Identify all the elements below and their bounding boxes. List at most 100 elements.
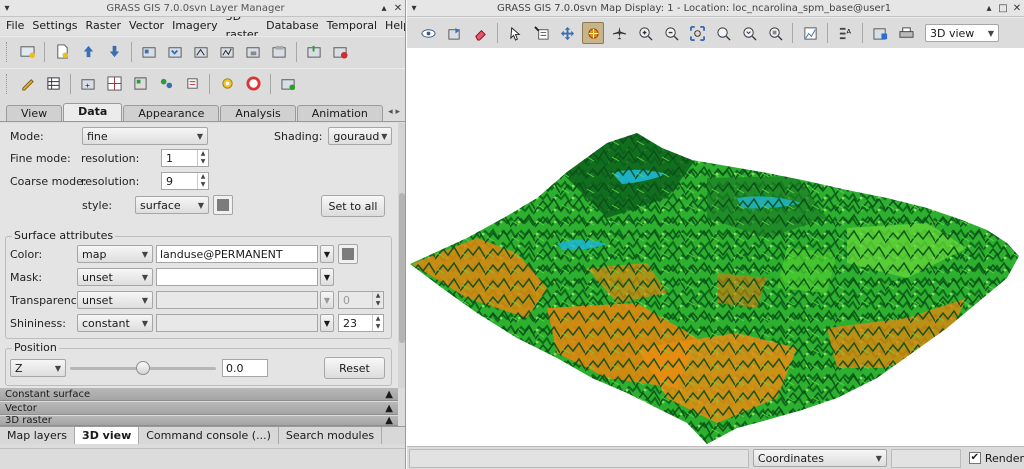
- erase-icon[interactable]: [469, 22, 491, 44]
- section-constant-surface[interactable]: Constant surface ▲: [0, 388, 398, 401]
- pointer-icon[interactable]: [504, 22, 526, 44]
- display-eye-icon[interactable]: [417, 22, 439, 44]
- analyze-icon[interactable]: [799, 22, 821, 44]
- position-slider[interactable]: [70, 359, 216, 377]
- add-multi-vector-icon[interactable]: [216, 41, 238, 63]
- panel-scrollbar[interactable]: [398, 123, 405, 388]
- add-multi-raster-icon[interactable]: [164, 41, 186, 63]
- open-workspace-icon[interactable]: [77, 41, 99, 63]
- zoom-in-icon[interactable]: [634, 22, 656, 44]
- menu-database[interactable]: Database: [262, 17, 323, 35]
- add-group-icon[interactable]: [268, 41, 290, 63]
- shininess-spin[interactable]: 23 ▲ ▼: [338, 314, 384, 332]
- mask-map-dropdown[interactable]: ▼: [320, 268, 334, 286]
- tab-search-modules[interactable]: Search modules: [279, 427, 383, 444]
- menu-raster[interactable]: Raster: [82, 17, 125, 35]
- attribute-table-icon[interactable]: [42, 73, 64, 95]
- rotate-3d-icon[interactable]: [582, 22, 604, 44]
- spin-arrows-icon[interactable]: ▲ ▼: [372, 292, 383, 308]
- toolbar-grip[interactable]: [6, 73, 10, 94]
- menu-help[interactable]: Help: [381, 17, 405, 35]
- style-combo[interactable]: surface ▼: [135, 196, 209, 214]
- tab-command-console[interactable]: Command console (...): [139, 427, 279, 444]
- spin-arrows-icon[interactable]: ▲ ▼: [197, 173, 208, 189]
- layer-manager-titlebar[interactable]: ▾ GRASS GIS 7.0.0svn Layer Manager ▴ ✕: [0, 0, 405, 17]
- view-mode-select[interactable]: 3D view ▼: [925, 24, 999, 42]
- tab-animation[interactable]: Animation: [296, 105, 383, 121]
- save-image-icon[interactable]: [869, 22, 891, 44]
- overlay-icon[interactable]: A: [834, 22, 856, 44]
- map-display-titlebar[interactable]: ▾ GRASS GIS 7.0.0svn Map Display: 1 - Lo…: [407, 0, 1024, 17]
- window-menu-icon[interactable]: ▾: [407, 3, 421, 14]
- new-workspace-icon[interactable]: [51, 41, 73, 63]
- help-icon[interactable]: [242, 73, 264, 95]
- menu-temporal[interactable]: Temporal: [323, 17, 381, 35]
- scrollbar-thumb[interactable]: [399, 193, 405, 343]
- window-menu-icon[interactable]: ▾: [0, 3, 14, 14]
- script-icon[interactable]: [181, 73, 203, 95]
- status-mode-combo[interactable]: Coordinates ▼: [752, 449, 887, 467]
- tab-view[interactable]: View: [6, 105, 63, 121]
- color-type-combo[interactable]: map ▼: [77, 245, 153, 263]
- add-vector-icon[interactable]: [190, 41, 212, 63]
- color-map-input[interactable]: landuse@PERMANENT: [156, 245, 318, 263]
- color-map-dropdown[interactable]: ▼: [320, 245, 334, 263]
- slider-handle[interactable]: [136, 361, 150, 375]
- transparency-spin[interactable]: 0 ▲ ▼: [338, 291, 384, 309]
- settings-icon[interactable]: [216, 73, 238, 95]
- tab-scroll-arrows[interactable]: ◂ ▸: [388, 107, 400, 117]
- mode-combo[interactable]: fine ▼: [82, 127, 208, 145]
- add-overlay-icon[interactable]: [242, 41, 264, 63]
- position-value-input[interactable]: 0.0: [222, 359, 268, 377]
- zoom-back-icon[interactable]: [712, 22, 734, 44]
- print-icon[interactable]: [895, 22, 917, 44]
- render-checkbox-wrap[interactable]: ✔ Render: [968, 452, 1024, 465]
- shading-combo[interactable]: gouraud ▼: [328, 127, 393, 145]
- coarse-resolution-spin[interactable]: 9 ▲ ▼: [161, 172, 209, 190]
- remove-layer-icon[interactable]: [329, 41, 351, 63]
- zoom-extent-icon[interactable]: [686, 22, 708, 44]
- render-checkbox[interactable]: ✔: [968, 452, 981, 464]
- tab-data[interactable]: Data: [63, 103, 123, 121]
- layer-tools-icon[interactable]: [277, 73, 299, 95]
- tab-analysis[interactable]: Analysis: [220, 105, 296, 121]
- shininess-map-dropdown[interactable]: ▼: [320, 314, 334, 332]
- spin-arrows-icon[interactable]: ▲ ▼: [372, 315, 383, 331]
- color-swatch-button[interactable]: [338, 244, 358, 264]
- maximize-icon[interactable]: ▴: [377, 3, 391, 14]
- fly-icon[interactable]: [608, 22, 630, 44]
- add-raster-icon[interactable]: [138, 41, 160, 63]
- menu-file[interactable]: File: [2, 17, 28, 35]
- mask-map-input[interactable]: [156, 268, 318, 286]
- new-display-icon[interactable]: [16, 41, 38, 63]
- shininess-map-input[interactable]: [156, 314, 318, 332]
- tab-appearance[interactable]: Appearance: [123, 105, 220, 121]
- tab-3d-view[interactable]: 3D view: [75, 427, 140, 444]
- fine-resolution-spin[interactable]: 1 ▲ ▼: [161, 149, 209, 167]
- transparency-type-combo[interactable]: unset ▼: [77, 291, 153, 309]
- import-icon[interactable]: [303, 41, 325, 63]
- map-canvas[interactable]: [407, 48, 1024, 446]
- save-workspace-icon[interactable]: [103, 41, 125, 63]
- graphical-modeler-icon[interactable]: [129, 73, 151, 95]
- wire-color-swatch[interactable]: [213, 195, 233, 215]
- query-icon[interactable]: [530, 22, 552, 44]
- axis-combo[interactable]: Z ▼: [10, 359, 66, 377]
- pan-icon[interactable]: [556, 22, 578, 44]
- section-vector[interactable]: Vector ▲: [0, 402, 398, 415]
- tab-map-layers[interactable]: Map layers: [0, 427, 76, 444]
- maximize-icon[interactable]: ▴: [982, 3, 996, 14]
- spin-arrows-icon[interactable]: ▲ ▼: [197, 150, 208, 166]
- section-3d-raster[interactable]: 3D raster ▲: [0, 416, 398, 426]
- map-calculator-icon[interactable]: +: [77, 73, 99, 95]
- toolbar-grip[interactable]: [6, 41, 10, 62]
- zoom-out-icon[interactable]: [660, 22, 682, 44]
- close-icon[interactable]: ✕: [391, 3, 405, 14]
- shininess-type-combo[interactable]: constant ▼: [77, 314, 153, 332]
- transparency-map-dropdown[interactable]: ▼: [320, 291, 334, 309]
- menu-vector[interactable]: Vector: [125, 17, 168, 35]
- zoom-region-icon[interactable]: [764, 22, 786, 44]
- transparency-map-input[interactable]: [156, 291, 318, 309]
- reset-button[interactable]: Reset: [324, 357, 385, 379]
- zoom-menu-icon[interactable]: [738, 22, 760, 44]
